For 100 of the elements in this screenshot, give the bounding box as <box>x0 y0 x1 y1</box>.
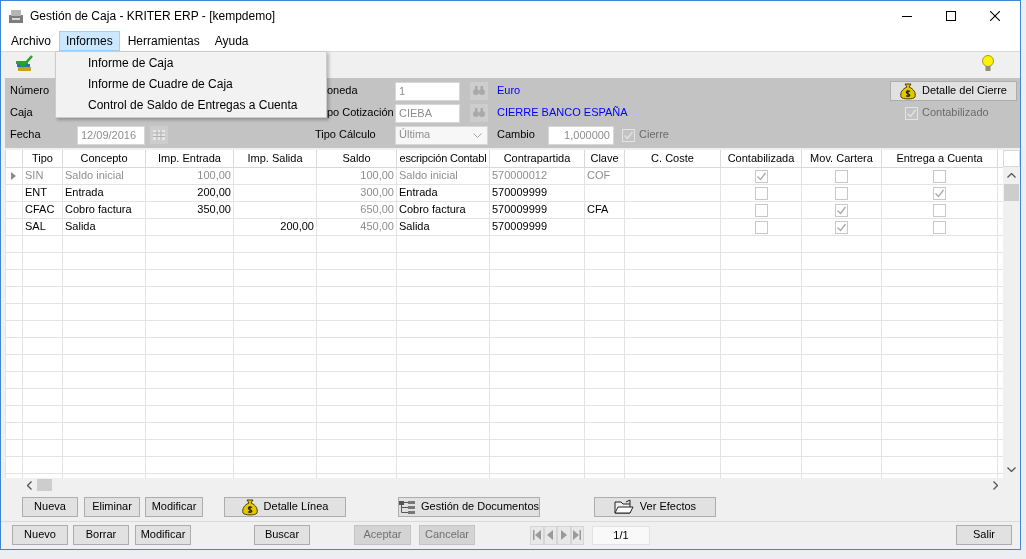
action-button[interactable]: Buscar <box>254 525 310 545</box>
checkbox[interactable] <box>754 220 768 234</box>
table-cell: Saldo inicial <box>396 167 490 184</box>
checkbox-label: Contabilizado <box>922 106 989 120</box>
action-button[interactable]: Detalle Línea <box>224 497 346 517</box>
chevron-up-icon[interactable] <box>1007 173 1016 178</box>
column-header: Contrapartida <box>489 150 585 167</box>
detail-button[interactable]: Detalle del Cierre <box>890 81 1017 101</box>
table-cell: COF <box>584 167 625 184</box>
checkbox-label: Cierre <box>639 128 669 142</box>
menu-item[interactable]: Informes <box>59 31 120 51</box>
table-cell: 650,00 <box>316 201 397 218</box>
last-page-icon <box>573 530 582 540</box>
table-cell: 200,00 <box>233 218 317 235</box>
table-cell: 570000012 <box>489 167 585 184</box>
books-check-icon[interactable] <box>16 54 33 71</box>
binoculars-icon[interactable] <box>470 82 488 100</box>
field-label: oneda <box>327 84 359 98</box>
table-cell: 100,00 <box>316 167 397 184</box>
minimize-icon <box>902 15 912 17</box>
page-field: 1/1 <box>592 525 650 545</box>
action-button[interactable]: Nuevo <box>12 525 68 545</box>
table-cell: Entrada <box>396 184 490 201</box>
action-button[interactable]: Eliminar <box>84 497 140 517</box>
checkbox[interactable] <box>933 220 946 234</box>
action-button[interactable]: Modificar <box>135 525 191 545</box>
action-button[interactable]: Borrar <box>73 525 129 545</box>
tree-icon <box>399 500 415 514</box>
table-cell: ENT <box>22 184 63 201</box>
column-header: Mov. Cartera <box>801 150 882 167</box>
previous-icon <box>547 530 554 540</box>
table-cell: Cobro factura <box>396 201 490 218</box>
first-page-icon <box>532 530 541 540</box>
chevron-right-icon[interactable] <box>993 480 998 490</box>
menu-item[interactable]: Control de Saldo de Entregas a Cuenta <box>56 95 326 116</box>
column-header: Imp. Entrada <box>145 150 234 167</box>
exit-button[interactable]: Salir <box>956 525 1012 545</box>
checkbox[interactable] <box>835 203 848 217</box>
field-label: Caja <box>10 106 34 120</box>
checkbox[interactable] <box>754 203 768 217</box>
next-icon <box>560 530 567 540</box>
column-header: Saldo <box>316 150 397 167</box>
cash-register-icon <box>9 9 23 23</box>
chevron-left-icon[interactable] <box>27 480 32 490</box>
column-header: Clave <box>584 150 625 167</box>
field-label: Cambio <box>497 128 536 142</box>
column-header: Imp. Salida <box>233 150 317 167</box>
action-button[interactable]: Gestión de Documentos <box>398 497 540 517</box>
field-label: Fecha <box>10 128 42 142</box>
checkbox[interactable] <box>835 186 848 200</box>
table-cell: 200,00 <box>145 184 234 201</box>
chevron-down-icon <box>473 132 482 138</box>
table-cell: SAL <box>22 218 63 235</box>
table-cell: Entrada <box>62 184 146 201</box>
column-header: Entrega a Cuenta <box>881 150 998 167</box>
menu-item[interactable]: Informe de Caja <box>56 53 326 74</box>
money-bag-icon <box>900 82 916 100</box>
table-cell: 570009999 <box>489 184 585 201</box>
window-title: Gestión de Caja - KRITER ERP - [kempdemo] <box>30 8 276 24</box>
binoculars-icon[interactable] <box>470 104 488 122</box>
table-cell: Salida <box>396 218 490 235</box>
scrollbar-thumb[interactable] <box>37 479 52 491</box>
calendar-icon[interactable] <box>150 126 168 144</box>
field-label: po Cotización <box>327 106 395 120</box>
column-header: Contabilizada <box>720 150 802 167</box>
table-cell: 300,00 <box>316 184 397 201</box>
table-cell: CFAC <box>22 201 63 218</box>
scrollbar-thumb[interactable] <box>1004 184 1019 201</box>
table-cell: Salida <box>62 218 146 235</box>
menu-item[interactable]: Informe de Cuadre de Caja <box>56 74 326 95</box>
folder-icon <box>613 499 634 515</box>
menu-item[interactable]: Archivo <box>4 31 58 51</box>
checkbox[interactable] <box>933 186 946 200</box>
table-cell: SIN <box>22 167 63 184</box>
close-icon <box>990 11 1000 21</box>
action-button[interactable]: Modificar <box>145 497 203 517</box>
menu-item[interactable]: Herramientas <box>120 31 207 51</box>
checkbox[interactable] <box>835 220 848 234</box>
field-label: Tipo Cálculo <box>315 128 377 142</box>
lightbulb-icon[interactable] <box>982 54 994 71</box>
action-button[interactable]: Nueva <box>22 497 78 517</box>
maximize-icon <box>946 11 956 21</box>
table-cell: 100,00 <box>145 167 234 184</box>
chevron-down-icon[interactable] <box>1007 467 1016 472</box>
table-cell: Cobro factura <box>62 201 146 218</box>
field-description: CIERRE BANCO ESPAÑA <box>497 106 628 120</box>
column-header: Tipo <box>22 150 63 167</box>
table-cell: 450,00 <box>316 218 397 235</box>
checkbox[interactable] <box>933 203 946 217</box>
table-cell: Saldo inicial <box>62 167 146 184</box>
table-cell: 350,00 <box>145 201 234 218</box>
money-bag-icon <box>241 498 258 516</box>
column-header: Concepto <box>62 150 146 167</box>
column-header: escripción Contabl <box>396 150 490 167</box>
menu-item[interactable]: Ayuda <box>207 31 256 51</box>
column-header: C. Coste <box>624 150 721 167</box>
table-cell: CFA <box>584 201 625 218</box>
field-label: Número <box>10 84 51 98</box>
checkbox[interactable] <box>754 186 768 200</box>
action-button[interactable]: Ver Efectos <box>594 497 716 517</box>
